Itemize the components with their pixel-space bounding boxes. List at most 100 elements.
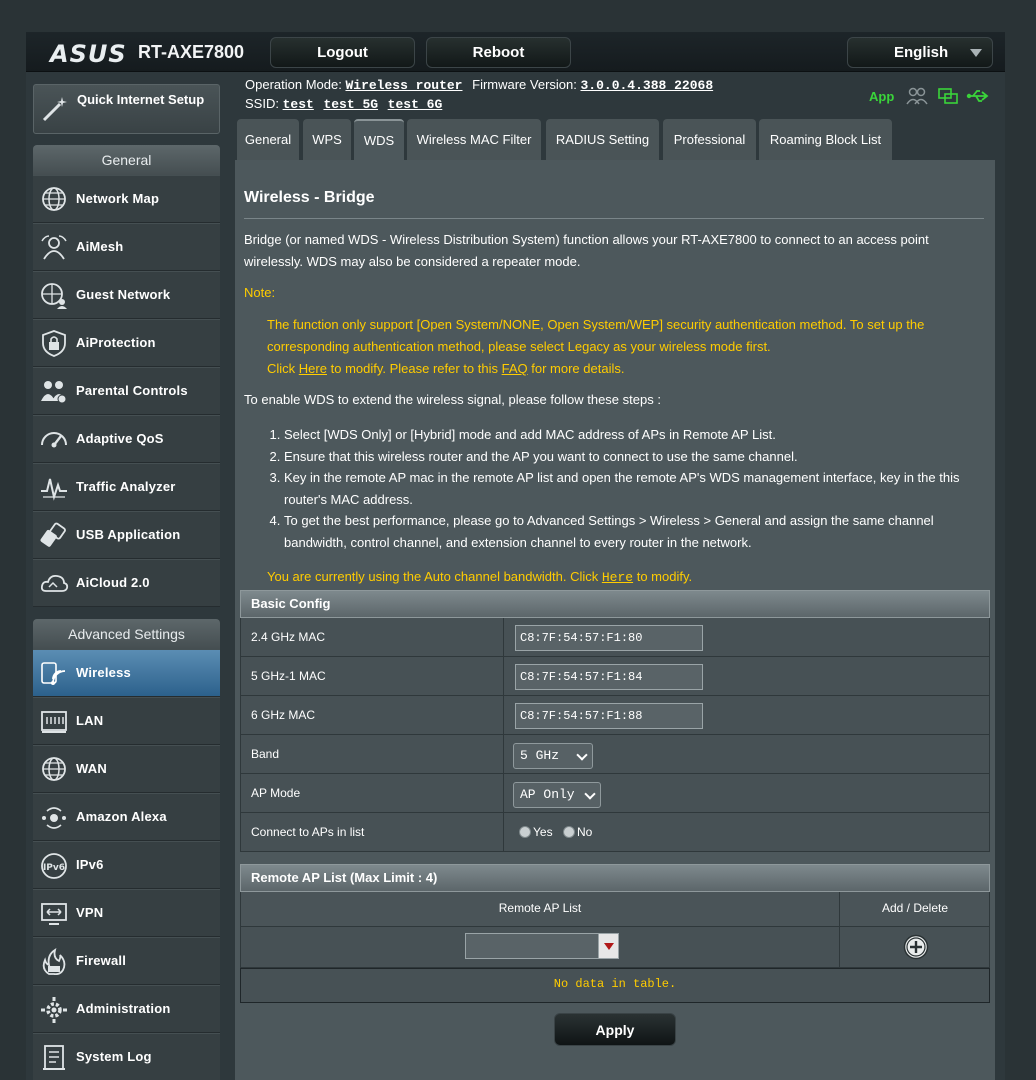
radio-circle[interactable] — [519, 826, 531, 838]
tab-radius-setting[interactable]: RADIUS Setting — [546, 119, 659, 160]
step-item: Select [WDS Only] or [Hybrid] mode and a… — [284, 424, 978, 446]
connect-row: Connect to APs in list Yes No — [240, 813, 990, 852]
sidebar-item-label: Guest Network — [76, 287, 171, 302]
ap-mode-label: AP Mode — [251, 786, 301, 800]
sidebar-item-network-map[interactable]: Network Map — [33, 175, 220, 223]
remote-ap-combo[interactable] — [465, 933, 599, 959]
note-here-link[interactable]: Here — [299, 361, 327, 376]
sidebar-item-label: Wireless — [76, 665, 131, 680]
sidebar-item-amazon-alexa[interactable]: Amazon Alexa — [33, 793, 220, 841]
sidebar-item-label: WAN — [76, 761, 107, 776]
tab-general[interactable]: General — [237, 119, 299, 160]
mac-5-label: 5 GHz-1 MAC — [251, 669, 326, 683]
band-row: Band 5 GHz — [240, 735, 990, 774]
connect-yes-radio[interactable]: Yes — [519, 825, 553, 839]
radio-circle[interactable] — [563, 826, 575, 838]
clients-icon[interactable] — [906, 87, 928, 105]
sidebar-item-wireless[interactable]: Wireless — [33, 649, 220, 697]
chevron-down-icon — [970, 49, 982, 57]
auto-bw-text: You are currently using the Auto channel… — [267, 569, 599, 584]
sidebar-item-lan[interactable]: LAN — [33, 697, 220, 745]
note-mid: to modify. Please refer to this — [330, 361, 498, 376]
shield-lock-icon — [42, 330, 66, 357]
auto-bandwidth-text: You are currently using the Auto channel… — [267, 566, 692, 589]
sidebar-item-administration[interactable]: Administration — [33, 985, 220, 1033]
vpn-icon — [41, 903, 67, 925]
tab-wireless-mac-filter[interactable]: Wireless MAC Filter — [407, 119, 541, 160]
remote-ap-dropdown-button[interactable] — [598, 933, 619, 959]
ssid-5g[interactable]: test_5G — [323, 97, 378, 112]
sidebar-item-firewall[interactable]: Firewall — [33, 937, 220, 985]
tab-wds[interactable]: WDS — [354, 119, 404, 160]
sidebar-item-label: Network Map — [76, 191, 160, 206]
language-select[interactable]: English — [847, 37, 993, 68]
ap-mode-value: AP Only — [520, 787, 575, 802]
sidebar-item-parental-controls[interactable]: Parental Controls — [33, 367, 220, 415]
lan-icon — [41, 711, 67, 733]
remote-ap-col-row: Remote AP List Add / Delete — [240, 892, 990, 927]
sidebar-item-vpn[interactable]: VPN — [33, 889, 220, 937]
auto-bw-here-link[interactable]: Here — [602, 570, 633, 585]
empty-table-message: No data in table. — [553, 977, 677, 991]
mac-5-field[interactable]: C8:7F:54:57:F1:84 — [515, 664, 703, 690]
op-mode-link[interactable]: Wireless router — [345, 78, 462, 93]
sidebar-item-aimesh[interactable]: AiMesh — [33, 223, 220, 271]
ap-mode-select[interactable]: AP Only — [513, 782, 601, 808]
sidebar-item-guest-network[interactable]: Guest Network — [33, 271, 220, 319]
tab-professional[interactable]: Professional — [663, 119, 756, 160]
quick-internet-setup-button[interactable]: Quick Internet Setup — [33, 84, 220, 134]
note-end: for more details. — [531, 361, 625, 376]
apply-button[interactable]: Apply — [554, 1013, 676, 1046]
firmware-link[interactable]: 3.0.0.4.388_22068 — [581, 78, 714, 93]
add-icon[interactable] — [903, 934, 929, 960]
sidebar-item-wan[interactable]: WAN — [33, 745, 220, 793]
pulse-icon — [41, 478, 67, 501]
ssid-6g[interactable]: test_6G — [388, 97, 443, 112]
speedometer-icon — [41, 432, 67, 448]
sidebar-item-traffic-analyzer[interactable]: Traffic Analyzer — [33, 463, 220, 511]
tab-wps[interactable]: WPS — [303, 119, 351, 160]
mesh-icon — [41, 235, 67, 260]
logout-button[interactable]: Logout — [270, 37, 415, 68]
usb-status-icon[interactable] — [966, 87, 990, 105]
intro-text: Bridge (or named WDS - Wireless Distribu… — [244, 232, 929, 269]
sidebar-item-label: Administration — [76, 1001, 171, 1016]
sidebar-item-label: Firewall — [76, 953, 127, 968]
mac-6-field[interactable]: C8:7F:54:57:F1:88 — [515, 703, 703, 729]
faq-link[interactable]: FAQ — [502, 361, 528, 376]
note-label: Note: — [244, 285, 276, 300]
sidebar-item-label: AiMesh — [76, 239, 124, 254]
wand-icon — [42, 97, 67, 122]
globe-icon — [42, 187, 66, 211]
sidebar-item-ipv6[interactable]: IPv6 IPv6 — [33, 841, 220, 889]
tab-roaming-block-list[interactable]: Roaming Block List — [759, 119, 892, 160]
globe-users-icon — [41, 283, 67, 309]
step-item: To get the best performance, please go t… — [284, 510, 978, 553]
mac-6-row: 6 GHz MAC C8:7F:54:57:F1:88 — [240, 696, 990, 735]
usb-icon — [40, 522, 66, 547]
sidebar-item-label: USB Application — [76, 527, 181, 542]
sidebar-item-usb-application[interactable]: USB Application — [33, 511, 220, 559]
reboot-button[interactable]: Reboot — [426, 37, 571, 68]
connect-label: Connect to APs in list — [251, 825, 365, 839]
family-icon — [41, 381, 67, 404]
sidebar-item-aiprotection[interactable]: AiProtection — [33, 319, 220, 367]
auto-bw-end: to modify. — [636, 569, 693, 584]
sidebar-item-aicloud-2-0[interactable]: AiCloud 2.0 — [33, 559, 220, 607]
gear-icon — [41, 997, 67, 1023]
sidebar-item-label: System Log — [76, 1049, 152, 1064]
steps-intro: To enable WDS to extend the wireless sig… — [244, 392, 661, 407]
asus-logo: ASUS — [50, 40, 127, 68]
sidebar-item-system-log[interactable]: System Log — [33, 1033, 220, 1080]
mac-24-field[interactable]: C8:7F:54:57:F1:80 — [515, 625, 703, 651]
step-item: Key in the remote AP mac in the remote A… — [284, 467, 978, 510]
network-status-icon[interactable] — [938, 87, 958, 105]
ssid-24g[interactable]: test — [283, 97, 314, 112]
band-select[interactable]: 5 GHz — [513, 743, 593, 769]
ipv6-icon: IPv6 — [41, 853, 67, 879]
connect-no-radio[interactable]: No — [563, 825, 592, 839]
app-link[interactable]: App — [869, 89, 894, 104]
sidebar-item-adaptive-qos[interactable]: Adaptive QoS — [33, 415, 220, 463]
sidebar-item-label: IPv6 — [76, 857, 104, 872]
cloud-icon — [40, 574, 69, 592]
